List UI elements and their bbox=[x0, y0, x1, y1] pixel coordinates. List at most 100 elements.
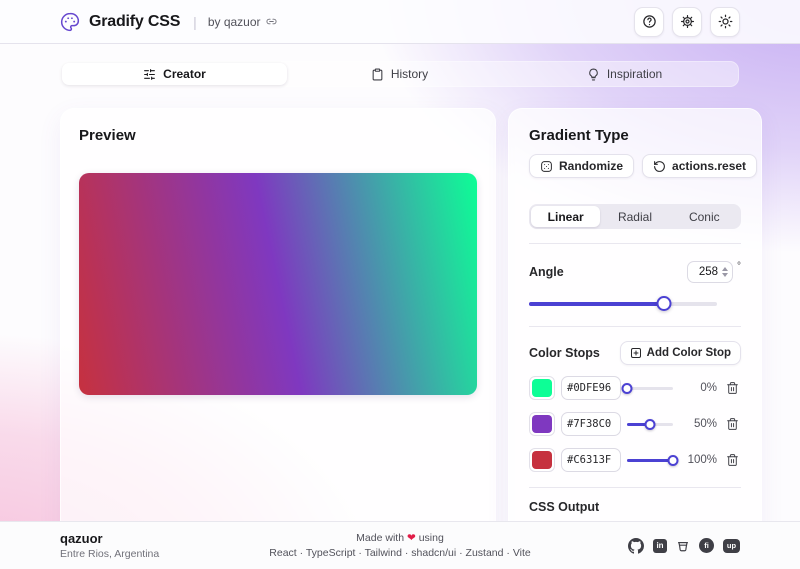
delete-stop-button[interactable] bbox=[723, 414, 741, 434]
theme-toggle-button[interactable] bbox=[710, 7, 740, 37]
tech-stack-line: React · TypeScript · Tailwind · shadcn/u… bbox=[269, 547, 530, 559]
upwork-icon: up bbox=[723, 539, 740, 553]
title-divider: | bbox=[193, 14, 197, 30]
help-button[interactable] bbox=[634, 7, 664, 37]
gradient-type-title: Gradient Type bbox=[529, 127, 741, 144]
upwork-link[interactable]: up bbox=[723, 539, 740, 553]
reset-label: actions.reset bbox=[672, 159, 746, 173]
github-link[interactable] bbox=[628, 538, 644, 554]
divider bbox=[529, 487, 741, 488]
linkedin-link[interactable]: in bbox=[653, 539, 667, 553]
github-icon bbox=[628, 538, 644, 554]
angle-slider-fill bbox=[529, 302, 664, 306]
made-with-line: Made with ❤ using bbox=[269, 532, 530, 544]
stop-slider-thumb[interactable] bbox=[645, 419, 656, 430]
stop-slider-fill bbox=[627, 459, 673, 462]
reset-button[interactable]: actions.reset bbox=[642, 154, 757, 178]
hex-input[interactable]: #7F38C0 bbox=[561, 412, 621, 436]
app-title: Gradify CSS bbox=[89, 13, 180, 31]
color-stop-row: #7F38C0 50% bbox=[529, 411, 741, 437]
color-swatch bbox=[532, 451, 552, 469]
plus-square-icon bbox=[630, 347, 642, 359]
footer-author-name: qazuor bbox=[60, 531, 159, 546]
color-swatch bbox=[532, 415, 552, 433]
gradient-preview bbox=[79, 173, 477, 395]
gradify-app: Gradify CSS | by qazuor bbox=[0, 0, 800, 569]
fiverr-link[interactable]: fi bbox=[699, 538, 714, 553]
stop-slider-track bbox=[627, 387, 673, 390]
stop-position-slider[interactable] bbox=[627, 418, 673, 430]
tab-inspiration-label: Inspiration bbox=[607, 67, 662, 81]
color-stop-row: #0DFE96 0% bbox=[529, 375, 741, 401]
fiverr-icon: fi bbox=[699, 538, 714, 553]
gradient-type-segmented: Linear Radial Conic bbox=[529, 204, 741, 229]
app-header: Gradify CSS | by qazuor bbox=[0, 0, 800, 44]
footer-author-location: Entre Rios, Argentina bbox=[60, 548, 159, 560]
color-stops-header: Color Stops Add Color Stop bbox=[529, 341, 741, 365]
css-output-label: CSS Output bbox=[529, 500, 741, 514]
controls-card: Gradient Type Randomize actions.reset bbox=[508, 108, 762, 569]
gradient-actions: Randomize actions.reset bbox=[529, 154, 741, 178]
coffee-link[interactable] bbox=[676, 538, 690, 553]
color-stop-row: #C6313F 100% bbox=[529, 447, 741, 473]
color-swatch-button[interactable] bbox=[529, 376, 555, 400]
clipboard-icon bbox=[371, 68, 384, 81]
palette-logo-icon bbox=[60, 12, 80, 32]
divider bbox=[529, 326, 741, 327]
preview-card: Preview bbox=[60, 108, 496, 569]
sliders-icon bbox=[143, 68, 156, 81]
link-icon bbox=[266, 16, 277, 27]
type-linear[interactable]: Linear bbox=[531, 206, 600, 227]
angle-stepper[interactable] bbox=[722, 267, 728, 277]
stop-position-slider[interactable] bbox=[627, 454, 673, 466]
tab-inspiration[interactable]: Inspiration bbox=[512, 63, 737, 85]
footer-credits: Made with ❤ using React · TypeScript · T… bbox=[269, 532, 530, 559]
tab-creator-label: Creator bbox=[163, 67, 206, 81]
add-color-stop-button[interactable]: Add Color Stop bbox=[620, 341, 741, 365]
trash-icon bbox=[726, 381, 739, 395]
made-with-suffix: using bbox=[419, 532, 444, 544]
angle-label: Angle bbox=[529, 265, 564, 279]
type-radial[interactable]: Radial bbox=[600, 206, 669, 227]
preview-title: Preview bbox=[79, 127, 477, 144]
header-actions bbox=[634, 7, 740, 37]
delete-stop-button[interactable] bbox=[723, 378, 741, 398]
lightbulb-icon bbox=[587, 68, 600, 81]
color-swatch bbox=[532, 379, 552, 397]
angle-slider[interactable] bbox=[529, 296, 717, 312]
angle-unit: ° bbox=[737, 261, 741, 272]
trash-icon bbox=[726, 417, 739, 431]
stop-position-slider[interactable] bbox=[627, 382, 673, 394]
type-conic[interactable]: Conic bbox=[670, 206, 739, 227]
stop-slider-thumb[interactable] bbox=[668, 455, 679, 466]
settings-button[interactable] bbox=[672, 7, 702, 37]
made-with-prefix: Made with bbox=[356, 532, 404, 544]
rotate-ccw-icon bbox=[653, 160, 666, 173]
hex-input[interactable]: #C6313F bbox=[561, 448, 621, 472]
stop-slider-thumb[interactable] bbox=[622, 383, 633, 394]
color-swatch-button[interactable] bbox=[529, 412, 555, 436]
color-swatch-button[interactable] bbox=[529, 448, 555, 472]
randomize-button[interactable]: Randomize bbox=[529, 154, 634, 178]
angle-value: 258 bbox=[699, 266, 718, 278]
tab-creator[interactable]: Creator bbox=[62, 63, 287, 85]
app-footer: qazuor Entre Rios, Argentina Made with ❤… bbox=[0, 521, 800, 569]
delete-stop-button[interactable] bbox=[723, 450, 741, 470]
angle-row: Angle 258 ° bbox=[529, 261, 741, 283]
tab-history[interactable]: History bbox=[287, 63, 512, 85]
stop-position-value: 50% bbox=[694, 418, 717, 430]
angle-input-group: 258 ° bbox=[687, 261, 741, 283]
coffee-cup-icon bbox=[676, 538, 690, 553]
gear-icon bbox=[680, 14, 695, 29]
linkedin-icon: in bbox=[653, 539, 667, 553]
stop-position-value: 100% bbox=[688, 454, 717, 466]
author-link[interactable]: by qazuor bbox=[208, 15, 277, 29]
hex-input[interactable]: #0DFE96 bbox=[561, 376, 621, 400]
tab-history-label: History bbox=[391, 67, 428, 81]
trash-icon bbox=[726, 453, 739, 467]
angle-slider-thumb[interactable] bbox=[656, 296, 671, 311]
angle-number-input[interactable]: 258 bbox=[687, 261, 733, 283]
stop-position-value: 0% bbox=[700, 382, 717, 394]
byline-text: by qazuor bbox=[208, 15, 261, 29]
heart-icon: ❤ bbox=[407, 532, 416, 544]
